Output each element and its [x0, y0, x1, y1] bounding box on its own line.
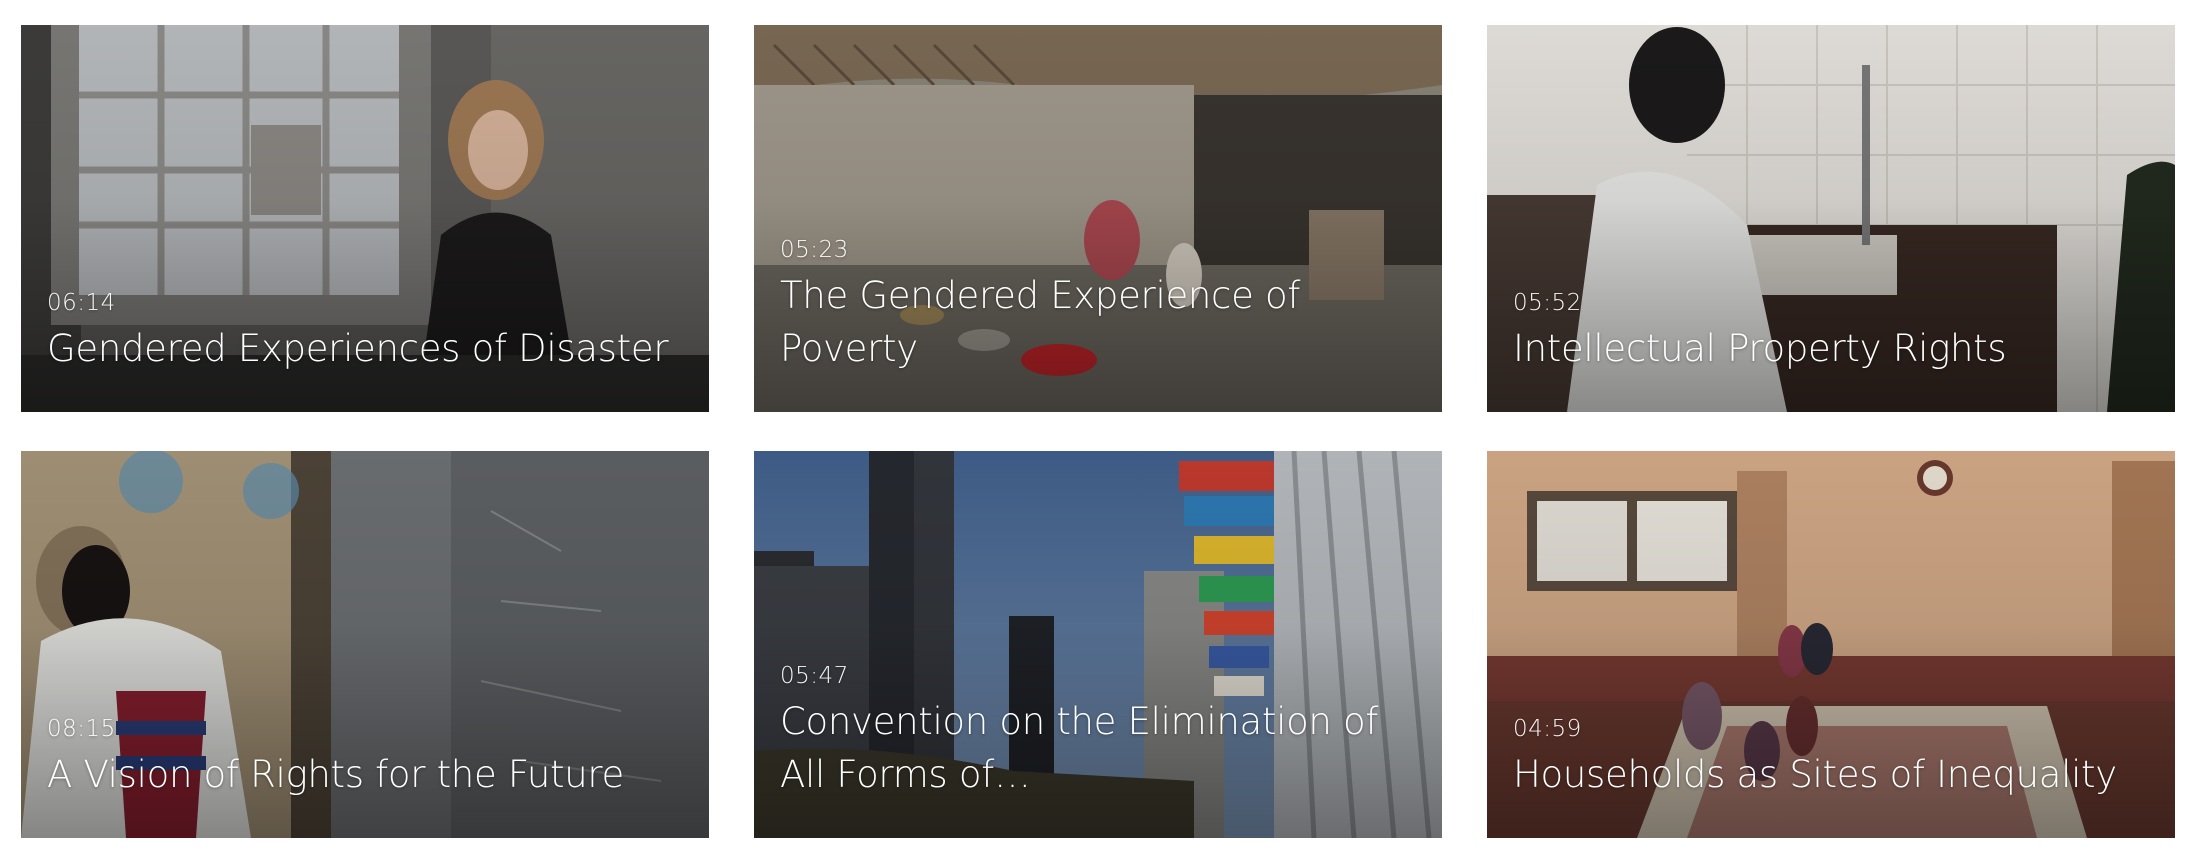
video-card[interactable]: 05:23 The Gendered Experience of Poverty	[754, 25, 1442, 412]
video-title[interactable]: Households as Sites of Inequality	[1513, 748, 2149, 802]
video-title[interactable]: Intellectual Property Rights	[1513, 322, 2149, 376]
video-title[interactable]: Gendered Experiences of Disaster	[47, 322, 683, 376]
video-duration: 04:59	[1513, 716, 1582, 743]
video-caption: 06:14 Gendered Experiences of Disaster	[47, 290, 683, 376]
video-title[interactable]: A Vision of Rights for the Future	[47, 748, 683, 802]
video-caption: 04:59 Households as Sites of Inequality	[1513, 716, 2149, 802]
video-title[interactable]: The Gendered Experience of Poverty	[780, 269, 1416, 376]
video-caption: 05:47 Convention on the Elimination of A…	[780, 663, 1416, 802]
video-card[interactable]: 05:47 Convention on the Elimination of A…	[754, 451, 1442, 838]
video-duration: 05:52	[1513, 290, 1582, 317]
video-duration: 08:15	[47, 716, 116, 743]
video-card[interactable]: 08:15 A Vision of Rights for the Future	[21, 451, 709, 838]
video-title[interactable]: Convention on the Elimination of All For…	[780, 695, 1416, 802]
video-card[interactable]: 05:52 Intellectual Property Rights	[1487, 25, 2175, 412]
video-duration: 05:47	[780, 662, 849, 689]
video-caption: 08:15 A Vision of Rights for the Future	[47, 716, 683, 802]
video-grid: 06:14 Gendered Experiences of Disaster 0…	[21, 25, 2175, 838]
video-duration: 06:14	[47, 290, 116, 317]
video-caption: 05:23 The Gendered Experience of Poverty	[780, 237, 1416, 376]
video-caption: 05:52 Intellectual Property Rights	[1513, 290, 2149, 376]
video-card[interactable]: 04:59 Households as Sites of Inequality	[1487, 451, 2175, 838]
video-duration: 05:23	[780, 236, 849, 263]
video-card[interactable]: 06:14 Gendered Experiences of Disaster	[21, 25, 709, 412]
